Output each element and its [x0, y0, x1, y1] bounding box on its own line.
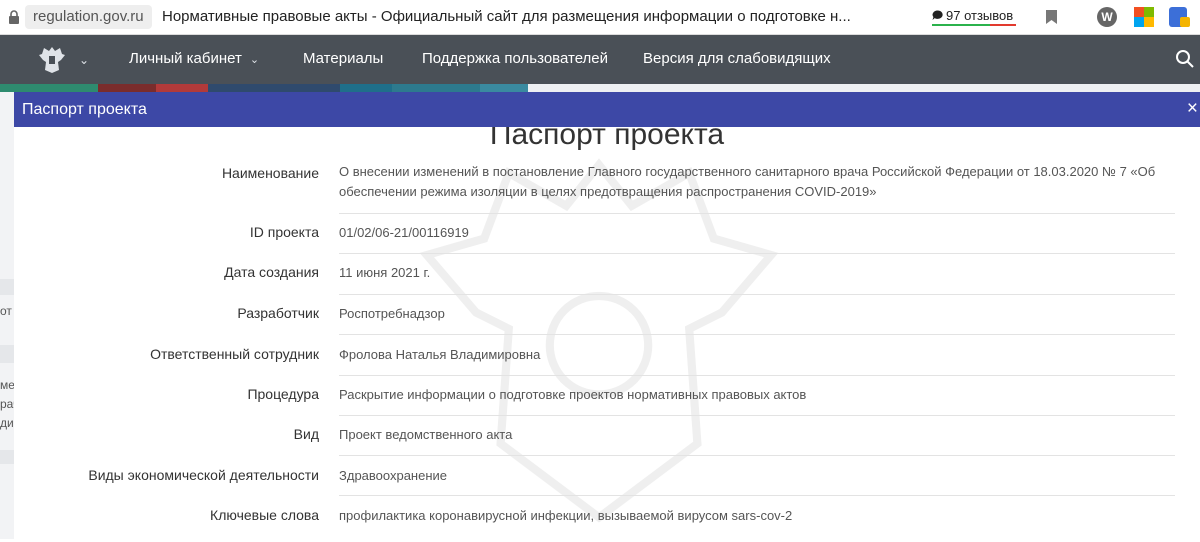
- row-divider: [339, 294, 1175, 295]
- chevron-down-icon[interactable]: ⌄: [79, 53, 89, 67]
- extension-w-icon[interactable]: W: [1097, 7, 1117, 27]
- background-tile: [480, 84, 528, 92]
- background-text: ме: [0, 378, 15, 392]
- nav-personal-cabinet-label: Личный кабинет: [129, 50, 242, 67]
- nav-accessible-version[interactable]: Версия для слабовидящих: [643, 50, 831, 67]
- nav-materials[interactable]: Материалы: [303, 50, 383, 67]
- reviews-widget[interactable]: 97 отзывов: [932, 4, 1013, 26]
- field-label: Разработчик: [237, 305, 319, 321]
- chevron-down-icon: ⌄: [249, 54, 260, 66]
- nav-personal-cabinet[interactable]: Личный кабинет ⌄: [129, 50, 259, 67]
- row-divider: [339, 495, 1175, 496]
- field-label: Ответственный сотрудник: [150, 346, 319, 362]
- nav-user-support[interactable]: Поддержка пользователей: [422, 50, 608, 67]
- extension-badge: [1180, 17, 1190, 27]
- background-tile: [156, 84, 208, 92]
- site-navigation: ⌄ Личный кабинет ⌄ Материалы Поддержка по…: [0, 35, 1200, 84]
- color-grid-extension-icon[interactable]: [1134, 7, 1154, 27]
- background-tile: [528, 84, 1200, 92]
- row-divider: [339, 213, 1175, 214]
- field-value: Проект ведомственного акта: [339, 427, 513, 442]
- field-label: Наименование: [221, 165, 319, 181]
- field-label: ID проекта: [249, 224, 319, 240]
- background-tile: [392, 84, 480, 92]
- close-icon[interactable]: ×: [1187, 98, 1198, 120]
- field-value: Фролова Наталья Владимировна: [339, 347, 541, 362]
- browser-address-bar: regulation.gov.ru Нормативные правовые а…: [0, 0, 1200, 35]
- field-value: 01/02/06-21/00116919: [339, 225, 469, 240]
- field-label: Ключевые слова: [210, 507, 319, 523]
- field-label: Виды экономической деятельности: [88, 467, 319, 483]
- row-divider: [339, 375, 1175, 376]
- browser-page-title: Нормативные правовые акты - Официальный …: [162, 8, 851, 25]
- url-domain[interactable]: regulation.gov.ru: [25, 5, 152, 29]
- field-label: Процедура: [247, 386, 319, 402]
- reviews-rating-bar-negative: [990, 24, 1016, 26]
- field-label: Вид: [293, 426, 319, 442]
- search-icon[interactable]: [1176, 50, 1194, 68]
- row-divider: [339, 455, 1175, 456]
- background-text: от: [0, 304, 12, 318]
- bookmark-icon[interactable]: [1046, 10, 1057, 24]
- lock-icon[interactable]: [8, 10, 20, 24]
- modal-header: Паспорт проекта ×: [14, 92, 1200, 127]
- background-band: [0, 345, 14, 363]
- background-tile: [98, 84, 156, 92]
- field-value: профилактика коронавирусной инфекции, вы…: [339, 508, 793, 523]
- field-value: Роспотребнадзор: [339, 306, 445, 321]
- field-value: Раскрытие информации о подготовке проект…: [339, 387, 807, 402]
- speech-bubble-icon: [932, 9, 943, 20]
- row-divider: [339, 415, 1175, 416]
- background-tile: [0, 84, 98, 92]
- background-tile: [340, 84, 392, 92]
- background-band: [0, 279, 14, 295]
- field-value: О внесении изменений в постановление Гла…: [339, 164, 1156, 199]
- field-value: 11 июня 2021 г.: [339, 265, 431, 280]
- row-divider: [339, 334, 1175, 335]
- row-divider: [339, 253, 1175, 254]
- background-tile: [208, 84, 340, 92]
- field-label: Дата создания: [224, 264, 319, 280]
- field-value: Здравоохранение: [339, 468, 448, 483]
- reviews-count: 97 отзывов: [946, 7, 1014, 23]
- eagle-emblem-icon[interactable]: [38, 44, 66, 74]
- background-band: [0, 450, 14, 464]
- background-text: ди: [0, 416, 14, 430]
- modal-title: Паспорт проекта: [22, 101, 147, 118]
- project-passport-modal: Паспорт проекта × Паспорт проекта Наимен…: [14, 92, 1200, 539]
